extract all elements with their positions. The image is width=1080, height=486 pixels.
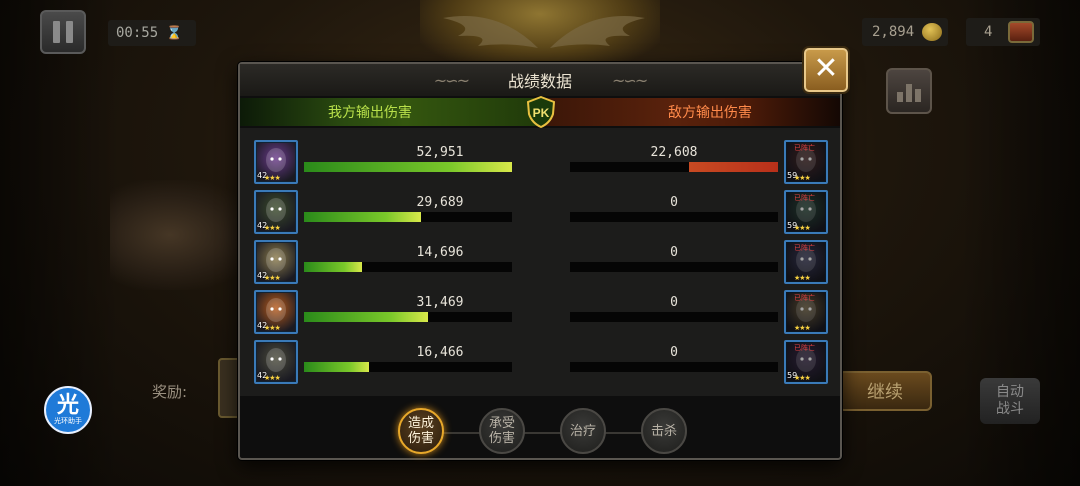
star-rating-icon: ★★★	[264, 274, 281, 282]
star-rating-icon: ★★★	[264, 174, 281, 182]
assistant-logo-text: 光环助手	[54, 416, 82, 425]
tab-damage-dealt[interactable]: 造成 伤害	[398, 408, 444, 454]
pk-label: PK	[533, 106, 550, 120]
enemy-damage-value: 0	[670, 245, 678, 260]
star-rating-icon: ★★★	[794, 374, 811, 382]
gold-value: 2,894	[872, 24, 915, 40]
close-icon: ✕	[813, 51, 839, 86]
star-rating-icon: ★★★	[794, 324, 811, 332]
assistant-floating-badge[interactable]: 光 光环助手	[44, 386, 92, 434]
enemy-hero-portrait[interactable]: 已阵亡 59 ★★★	[784, 140, 828, 184]
auto-battle-label: 自动 战斗	[996, 384, 1024, 417]
chest-value: 4	[984, 24, 993, 40]
pk-shield-icon: PK	[526, 96, 556, 128]
damage-row: 42 ★★★ 已阵亡 ★★★ 14,696 0	[240, 240, 840, 288]
damage-row: 42 ★★★ 已阵亡 59 ★★★ 29,689 0	[240, 190, 840, 238]
tab-kills[interactable]: 击杀	[641, 408, 687, 454]
continue-button[interactable]: 继续	[838, 371, 932, 411]
star-rating-icon: ★★★	[264, 374, 281, 382]
defeated-tag: 已阵亡	[794, 194, 815, 202]
enemy-hero-portrait[interactable]: 已阵亡 ★★★	[784, 290, 828, 334]
ally-damage-value: 52,951	[416, 145, 464, 160]
ally-damage-value: 29,689	[416, 195, 464, 210]
ally-damage-bar	[304, 362, 512, 372]
tab-label: 击杀	[650, 423, 677, 439]
ally-damage-bar	[304, 162, 512, 172]
gold-coin-icon	[922, 23, 942, 41]
enemy-damage-bar	[570, 262, 778, 272]
battle-stats-modal: ~∽~ 战绩数据 ~∽~ 我方输出伤害 敌方输出伤害 PK 42 ★★★ 已阵亡 59…	[238, 62, 842, 460]
enemy-damage-bar	[570, 212, 778, 222]
defeated-tag: 已阵亡	[794, 244, 815, 252]
ally-damage-bar-fill	[304, 262, 362, 272]
stat-category-tabs: 造成 伤害 承受 伤害 治疗 击杀	[390, 408, 690, 458]
enemy-damage-value: 0	[670, 295, 678, 310]
tab-damage-taken[interactable]: 承受 伤害	[479, 408, 525, 454]
defeated-tag: 已阵亡	[794, 294, 815, 302]
ally-header-label: 我方输出伤害	[328, 105, 412, 121]
enemy-header-label: 敌方输出伤害	[668, 105, 752, 121]
battle-stats-button[interactable]	[886, 68, 932, 114]
auto-battle-button[interactable]: 自动 战斗	[980, 378, 1040, 424]
ally-damage-bar	[304, 262, 512, 272]
battle-timer: 00:55 ⌛	[108, 20, 196, 46]
tab-healing[interactable]: 治疗	[560, 408, 606, 454]
ally-hero-portrait[interactable]: 42 ★★★	[254, 290, 298, 334]
title-ornament-left-icon: ~∽~	[433, 70, 470, 90]
damage-row: 42 ★★★ 已阵亡 59 ★★★ 16,466 0	[240, 340, 840, 388]
star-rating-icon: ★★★	[794, 274, 811, 282]
tab-label: 承受 伤害	[488, 416, 515, 446]
ally-damage-value: 14,696	[416, 245, 464, 260]
enemy-damage-bar	[570, 362, 778, 372]
timer-value: 00:55	[116, 25, 159, 41]
ally-damage-bar	[304, 212, 512, 222]
defeated-tag: 已阵亡	[794, 144, 815, 152]
enemy-header: 敌方输出伤害	[540, 98, 840, 126]
reward-label: 奖励:	[152, 383, 188, 401]
ally-damage-value: 31,469	[416, 295, 464, 310]
modal-title-bar: ~∽~ 战绩数据 ~∽~	[240, 64, 840, 96]
title-ornament-right-icon: ~∽~	[612, 70, 648, 90]
enemy-damage-bar	[570, 312, 778, 322]
ally-hero-portrait[interactable]: 42 ★★★	[254, 240, 298, 284]
ally-damage-bar-fill	[304, 312, 428, 322]
treasure-chest-icon	[1008, 21, 1034, 43]
enemy-hero-portrait[interactable]: 已阵亡 59 ★★★	[784, 190, 828, 234]
ally-header: 我方输出伤害	[240, 98, 540, 126]
damage-row: 42 ★★★ 已阵亡 59 ★★★ 52,951 22,608	[240, 140, 840, 188]
ally-damage-value: 16,466	[416, 345, 464, 360]
enemy-hero-portrait[interactable]: 已阵亡 59 ★★★	[784, 340, 828, 384]
ally-damage-bar	[304, 312, 512, 322]
ally-damage-bar-fill	[304, 362, 369, 372]
hourglass-icon: ⌛	[166, 25, 183, 41]
ally-damage-bar-fill	[304, 212, 421, 222]
tab-connector-line	[420, 432, 670, 434]
star-rating-icon: ★★★	[794, 224, 811, 232]
ally-hero-portrait[interactable]: 42 ★★★	[254, 190, 298, 234]
ally-damage-bar-fill	[304, 162, 512, 172]
chest-counter: 4	[966, 18, 1040, 46]
damage-rows: 42 ★★★ 已阵亡 59 ★★★ 52,951 22,608 42 ★★★ 已阵亡 59 ★★★ 29…	[240, 128, 840, 396]
damage-row: 42 ★★★ 已阵亡 ★★★ 31,469 0	[240, 290, 840, 338]
enemy-damage-bar	[570, 162, 778, 172]
enemy-damage-value: 0	[670, 195, 678, 210]
tab-label: 治疗	[569, 423, 596, 439]
close-button[interactable]: ✕	[804, 48, 848, 92]
tab-label: 造成 伤害	[407, 416, 434, 446]
enemy-damage-value: 22,608	[650, 145, 698, 160]
pause-button[interactable]	[40, 10, 86, 54]
enemy-hero-portrait[interactable]: 已阵亡 ★★★	[784, 240, 828, 284]
defeated-tag: 已阵亡	[794, 344, 815, 352]
star-rating-icon: ★★★	[264, 324, 281, 332]
star-rating-icon: ★★★	[794, 174, 811, 182]
ally-hero-portrait[interactable]: 42 ★★★	[254, 340, 298, 384]
star-rating-icon: ★★★	[264, 224, 281, 232]
gold-counter: 2,894	[862, 18, 948, 46]
ally-hero-portrait[interactable]: 42 ★★★	[254, 140, 298, 184]
enemy-damage-value: 0	[670, 345, 678, 360]
assistant-logo-glyph: 光	[56, 392, 79, 418]
enemy-damage-bar-fill	[689, 162, 778, 172]
modal-title: 战绩数据	[507, 72, 572, 91]
